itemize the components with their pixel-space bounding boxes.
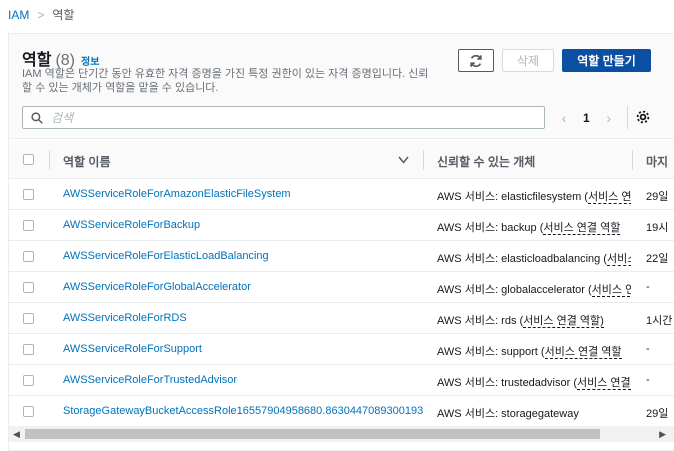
- service-linked-role-hint[interactable]: 서비스 연결: [576, 377, 631, 390]
- trusted-entity-text: AWS 서비스: storagegateway: [437, 408, 579, 420]
- horizontal-scrollbar[interactable]: ◀ ▶: [9, 426, 674, 442]
- scroll-left-icon[interactable]: ◀: [13, 429, 20, 440]
- row-checkbox[interactable]: [23, 189, 34, 200]
- roles-panel: 역할 (8) 정보 IAM 역할은 단기간 동안 유효한 자격 증명을 가진 특…: [8, 33, 674, 451]
- current-page[interactable]: 1: [583, 111, 590, 125]
- role-name-link[interactable]: AWSServiceRoleForBackup: [63, 219, 200, 231]
- trusted-entity: AWS 서비스: rds (서비스 연결 역할): [437, 312, 631, 328]
- trusted-entity: AWS 서비스: elasticloadbalancing (서비스: [437, 250, 631, 266]
- create-role-button[interactable]: 역할 만들기: [562, 49, 651, 72]
- service-linked-role-hint[interactable]: 서비스 연: [591, 284, 631, 297]
- trusted-entity-text: AWS 서비스: elasticloadbalancing (: [437, 253, 607, 265]
- trusted-entity-text: AWS 서비스: globalaccelerator (: [437, 284, 592, 296]
- last-activity: 1시간: [646, 315, 673, 327]
- breadcrumb-current: 역할: [52, 8, 75, 22]
- table-row: AWSServiceRoleForBackup AWS 서비스: backup …: [9, 210, 674, 241]
- table-header: 역할 이름 신뢰할 수 있는 개체 마지: [9, 141, 674, 179]
- search-box[interactable]: [22, 106, 545, 129]
- trusted-entity-text: AWS 서비스: support (: [437, 346, 545, 358]
- next-page-button[interactable]: ›: [602, 110, 616, 126]
- row-checkbox[interactable]: [23, 251, 34, 262]
- trusted-entity: AWS 서비스: support (서비스 연결 역할: [437, 343, 631, 359]
- scroll-right-icon[interactable]: ▶: [659, 429, 666, 440]
- role-name-link[interactable]: AWSServiceRoleForAmazonElasticFileSystem: [63, 188, 291, 200]
- service-linked-role-hint[interactable]: 서비스 연결 역할: [544, 346, 622, 359]
- last-activity: 29일: [646, 408, 669, 420]
- search-input[interactable]: [51, 110, 531, 125]
- breadcrumb-separator: >: [37, 7, 45, 22]
- service-linked-role-hint[interactable]: 서비스 연결 역할: [543, 222, 621, 235]
- trusted-entity-text: AWS 서비스: rds (: [437, 315, 524, 327]
- role-name-link[interactable]: AWSServiceRoleForSupport: [63, 343, 202, 355]
- search-icon: [31, 111, 43, 124]
- table-row: AWSServiceRoleForAmazonElasticFileSystem…: [9, 179, 674, 210]
- sort-down-icon[interactable]: [398, 156, 409, 164]
- trusted-entity: AWS 서비스: trustedadvisor (서비스 연결: [437, 374, 631, 390]
- page-description: IAM 역할은 단기간 동안 유효한 자격 증명을 가진 특정 권한이 있는 자…: [22, 68, 429, 94]
- delete-button[interactable]: 삭제: [502, 49, 554, 72]
- trusted-entity-text: AWS 서비스: elasticfilesystem (: [437, 191, 588, 203]
- service-linked-role-hint[interactable]: 서비스 연결 역할): [523, 315, 604, 328]
- role-name-link[interactable]: AWSServiceRoleForTrustedAdvisor: [63, 374, 237, 386]
- column-divider: [49, 150, 50, 170]
- table-row: StorageGatewayBucketAccessRole1655790495…: [9, 396, 674, 427]
- prev-page-button[interactable]: ‹: [557, 110, 571, 126]
- row-checkbox[interactable]: [23, 344, 34, 355]
- table-row: AWSServiceRoleForGlobalAccelerator AWS 서…: [9, 272, 674, 303]
- trusted-entity: AWS 서비스: globalaccelerator (서비스 연: [437, 281, 631, 297]
- last-activity: -: [646, 374, 650, 386]
- info-link[interactable]: 정보: [81, 53, 99, 68]
- last-activity: 22일: [646, 253, 669, 265]
- last-activity: -: [646, 343, 650, 355]
- select-all-checkbox[interactable]: [23, 154, 34, 165]
- column-header-last-activity[interactable]: 마지: [646, 153, 668, 170]
- role-name-link[interactable]: AWSServiceRoleForGlobalAccelerator: [63, 281, 251, 293]
- trusted-entity-text: AWS 서비스: backup (: [437, 222, 544, 234]
- role-name-link[interactable]: StorageGatewayBucketAccessRole1655790495…: [63, 405, 423, 417]
- row-checkbox[interactable]: [23, 282, 34, 293]
- trusted-entity-text: AWS 서비스: trustedadvisor (: [437, 377, 577, 389]
- role-name-link[interactable]: AWSServiceRoleForElasticLoadBalancing: [63, 250, 269, 262]
- refresh-button[interactable]: [458, 49, 494, 72]
- column-divider: [423, 150, 424, 170]
- gear-icon[interactable]: [635, 109, 651, 125]
- service-linked-role-hint[interactable]: 서비스 연: [587, 191, 631, 204]
- last-activity: 29일: [646, 191, 669, 203]
- last-activity: -: [646, 281, 650, 293]
- breadcrumb: IAM > 역할: [8, 6, 74, 23]
- row-checkbox[interactable]: [23, 313, 34, 324]
- last-activity: 19시: [646, 222, 669, 234]
- column-header-trusted-entity[interactable]: 신뢰할 수 있는 개체: [437, 153, 535, 170]
- row-checkbox[interactable]: [23, 375, 34, 386]
- service-linked-role-hint[interactable]: 서비스: [606, 253, 631, 266]
- role-name-link[interactable]: AWSServiceRoleForRDS: [63, 312, 187, 324]
- trusted-entity: AWS 서비스: storagegateway: [437, 405, 631, 421]
- row-checkbox[interactable]: [23, 220, 34, 231]
- table-row: AWSServiceRoleForTrustedAdvisor AWS 서비스:…: [9, 365, 674, 396]
- table-row: AWSServiceRoleForSupport AWS 서비스: suppor…: [9, 334, 674, 365]
- refresh-icon: [470, 54, 482, 67]
- table-row: AWSServiceRoleForElasticLoadBalancing AW…: [9, 241, 674, 272]
- divider: [627, 106, 628, 129]
- table-row: AWSServiceRoleForRDS AWS 서비스: rds (서비스 연…: [9, 303, 674, 334]
- scrollbar-thumb[interactable]: [25, 429, 600, 439]
- row-checkbox[interactable]: [23, 406, 34, 417]
- pagination: ‹ 1 ›: [557, 110, 616, 126]
- column-header-role-name[interactable]: 역할 이름: [63, 153, 111, 170]
- trusted-entity: AWS 서비스: backup (서비스 연결 역할: [437, 219, 631, 235]
- column-divider: [632, 150, 633, 170]
- breadcrumb-iam-link[interactable]: IAM: [8, 8, 29, 22]
- trusted-entity: AWS 서비스: elasticfilesystem (서비스 연: [437, 188, 631, 204]
